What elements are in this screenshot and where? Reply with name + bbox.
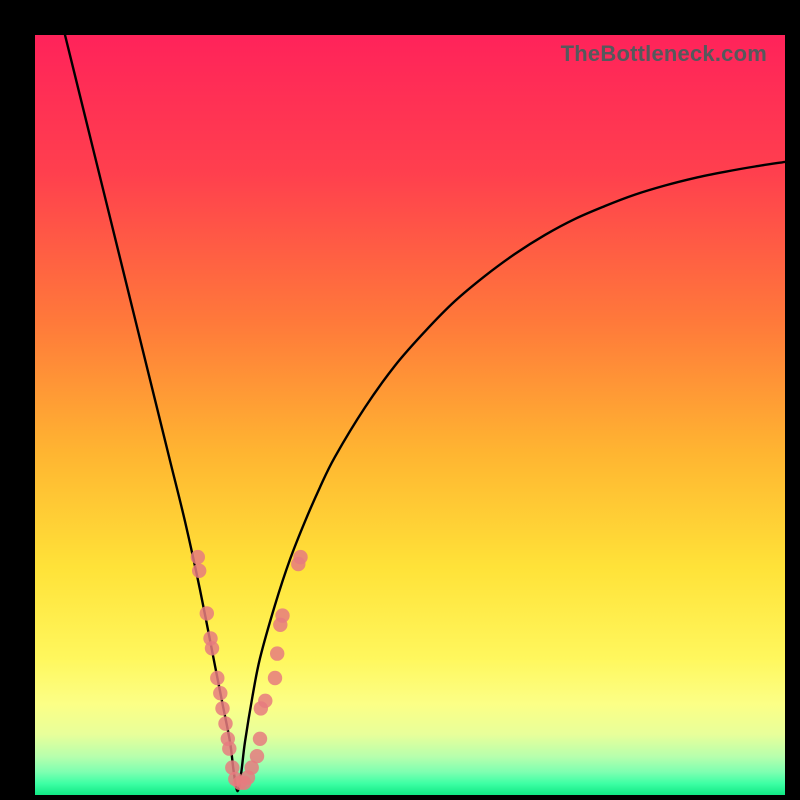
data-point — [293, 550, 307, 564]
data-point — [275, 608, 289, 622]
data-point — [218, 716, 232, 730]
chart-frame: TheBottleneck.com — [0, 0, 800, 800]
data-point — [270, 646, 284, 660]
bottleneck-curve — [65, 35, 785, 791]
plot-area: TheBottleneck.com — [35, 35, 785, 795]
data-point — [213, 686, 227, 700]
data-point — [215, 701, 229, 715]
data-point — [191, 550, 205, 564]
data-point — [205, 641, 219, 655]
data-point — [250, 749, 264, 763]
data-point — [268, 671, 282, 685]
data-point — [253, 732, 267, 746]
data-point — [210, 671, 224, 685]
data-point — [258, 694, 272, 708]
data-point — [222, 741, 236, 755]
curve-layer — [35, 35, 785, 795]
watermark-text: TheBottleneck.com — [561, 41, 767, 67]
data-point — [200, 606, 214, 620]
data-point — [192, 564, 206, 578]
scatter-points — [191, 550, 308, 790]
